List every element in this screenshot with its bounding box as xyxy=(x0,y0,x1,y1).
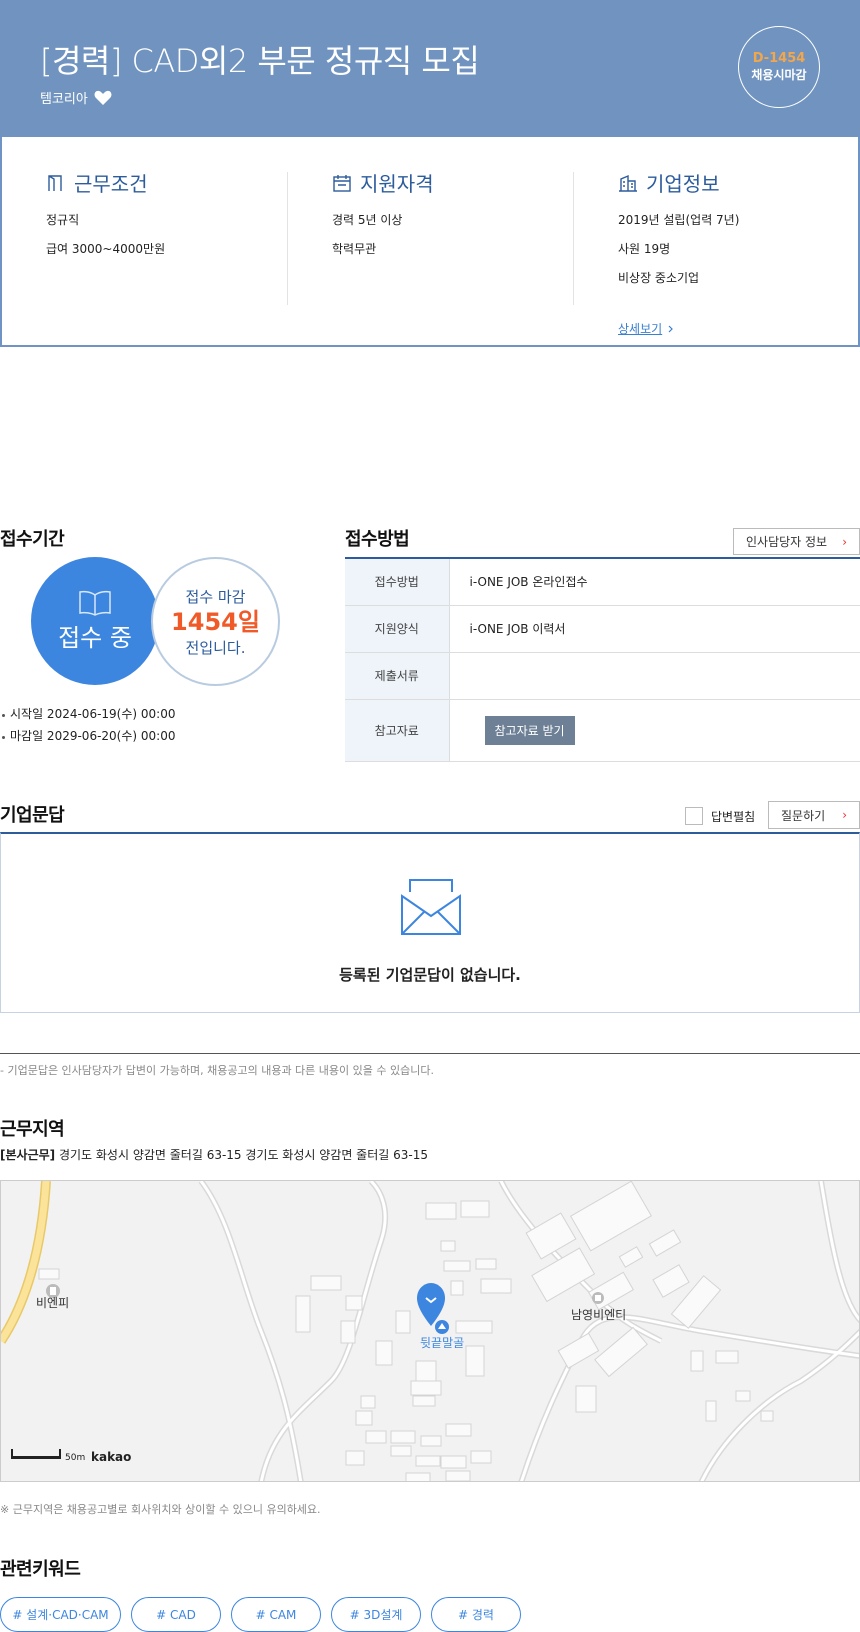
keyword-tag[interactable]: # 설계·CAD·CAM xyxy=(0,1597,121,1632)
qa-list: 등록된 기업문답이 없습니다. xyxy=(0,832,860,1013)
location-title: 근무지역 xyxy=(0,1119,65,1140)
chevron-right-icon: › xyxy=(842,808,847,822)
company-item: 사원 19명 xyxy=(618,242,671,256)
location-note: ※ 근무지역은 채용공고별로 회사위치와 상이할 수 있으니 유의하세요. xyxy=(0,1503,321,1516)
company-item: 2019년 설립(업력 7년) xyxy=(618,213,740,227)
ask-label: 질문하기 xyxy=(781,808,826,823)
method-title: 접수방법 xyxy=(345,529,410,550)
keyword-tag[interactable]: # 경력 xyxy=(431,1597,521,1632)
row-key: 지원양식 xyxy=(345,605,450,653)
answer-expand-toggle[interactable]: 답변펼침 xyxy=(685,807,755,825)
divider xyxy=(287,172,288,305)
envelope-icon xyxy=(401,879,461,935)
qualifications: 지원자격 경력 5년 이상 학력무관 xyxy=(332,168,434,304)
calendar-icon xyxy=(333,174,351,192)
qual-item: 경력 5년 이상 xyxy=(332,213,403,227)
keyword-tag[interactable]: # CAM xyxy=(231,1597,321,1632)
company-item: 비상장 중소기업 xyxy=(618,271,700,285)
method-table: 접수방법 i-ONE JOB 온라인접수 지원양식 i-ONE JOB 이력서 … xyxy=(345,557,860,762)
end-date: 마감일 2029-06-20(수) 00:00 xyxy=(0,727,175,744)
deadline-type: 채용시마감 xyxy=(751,68,807,82)
dday-badge: D-1454 채용시마감 xyxy=(738,26,820,108)
address-tag: [본사근무] xyxy=(0,1148,56,1162)
ask-question-button[interactable]: 질문하기 › xyxy=(768,801,860,829)
heart-icon[interactable] xyxy=(94,90,112,106)
hr-info-label: 인사담당자 정보 xyxy=(746,535,828,549)
qa-empty-message: 등록된 기업문답이 없습니다. xyxy=(339,966,521,984)
table-row: 제출서류 xyxy=(345,652,860,700)
work-conditions: 근무조건 정규직 급여 3000~4000만원 xyxy=(46,168,165,304)
table-row: 지원양식 i-ONE JOB 이력서 xyxy=(345,605,860,653)
qa-title: 기업문답 xyxy=(0,805,65,826)
divider xyxy=(573,172,574,305)
table-row: 접수방법 i-ONE JOB 온라인접수 xyxy=(345,558,860,606)
company-title: 기업정보 xyxy=(646,172,720,196)
map-canvas[interactable] xyxy=(1,1181,860,1482)
row-value: i-ONE JOB 이력서 xyxy=(449,605,860,653)
chevron-right-icon: › xyxy=(842,534,847,549)
toggle-label: 답변펼침 xyxy=(711,809,756,824)
reference-download-button[interactable]: 참고자료 받기 xyxy=(484,715,575,745)
remain-label: 접수 마감 xyxy=(185,587,246,606)
map-label: 뒷끝말골 xyxy=(420,1336,465,1350)
chevron-right-icon xyxy=(668,325,674,332)
table-row: 참고자료 참고자료 받기 xyxy=(345,699,860,762)
work-item: 정규직 xyxy=(46,213,80,227)
map-brand-logo: kakao xyxy=(91,1450,132,1464)
row-key: 참고자료 xyxy=(345,699,450,762)
row-key: 제출서류 xyxy=(345,652,450,700)
qual-item: 학력무관 xyxy=(332,242,377,256)
company-link[interactable]: 템코리아 xyxy=(40,88,112,107)
map-label: 비엔피 xyxy=(36,1296,70,1310)
keyword-tag[interactable]: # CAD xyxy=(131,1597,221,1632)
job-title: [경력] CAD외2 부문 정규직 모집 xyxy=(40,42,480,80)
hr-info-button[interactable]: 인사담당자 정보 › xyxy=(733,528,860,555)
row-value: i-ONE JOB 온라인접수 xyxy=(449,558,860,606)
row-value xyxy=(449,652,860,700)
company-detail-link[interactable]: 상세보기 xyxy=(618,320,674,337)
status-text: 접수 중 xyxy=(58,623,132,652)
map-scale: 50m xyxy=(65,1453,86,1463)
address: [본사근무] 경기도 화성시 양감면 줄터길 63-15 경기도 화성시 양감면… xyxy=(0,1146,428,1163)
job-header: [경력] CAD외2 부문 정규직 모집 템코리아 D-1454 채용시마감 xyxy=(0,0,860,137)
building-icon xyxy=(619,174,637,192)
map-label: 남영비엔티 xyxy=(571,1308,627,1322)
map[interactable]: 비엔피 남영비엔티 뒷끝말골 50m kakao xyxy=(0,1180,860,1482)
address-text: 경기도 화성시 양감면 줄터길 63-15 경기도 화성시 양감면 줄터길 63… xyxy=(55,1148,428,1162)
qa-note: - 기업문답은 인사담당자가 답변이 가능하며, 채용공고의 내용과 다른 내용… xyxy=(0,1064,434,1077)
keyword-tag[interactable]: # 3D설계 xyxy=(331,1597,421,1632)
status-circle: 접수 중 xyxy=(31,557,159,685)
remain-days: 1454일 xyxy=(171,607,260,636)
work-item: 급여 3000~4000만원 xyxy=(46,242,166,256)
door-icon xyxy=(48,174,62,191)
row-value: 참고자료 받기 xyxy=(449,699,860,762)
checkbox[interactable] xyxy=(685,807,703,825)
remain-suffix: 전입니다. xyxy=(185,638,246,657)
row-key: 접수방법 xyxy=(345,558,450,606)
company-name: 템코리아 xyxy=(40,92,88,107)
start-date: 시작일 2024-06-19(수) 00:00 xyxy=(0,705,175,722)
keywords-title: 관련키워드 xyxy=(0,1559,81,1580)
book-icon xyxy=(79,590,111,616)
company-info: 기업정보 2019년 설립(업력 7년) 사원 19명 비상장 중소기업 상세보… xyxy=(618,168,740,336)
remain-circle: 접수 마감 1454일 전입니다. xyxy=(151,557,280,686)
detail-label: 상세보기 xyxy=(618,322,663,336)
period-title: 접수기간 xyxy=(0,529,65,550)
divider xyxy=(0,1053,860,1054)
dday-count: D-1454 xyxy=(752,51,806,66)
period-dates: 시작일 2024-06-19(수) 00:00 마감일 2029-06-20(수… xyxy=(0,705,175,749)
work-title: 근무조건 xyxy=(74,172,148,196)
qual-title: 지원자격 xyxy=(360,172,434,196)
